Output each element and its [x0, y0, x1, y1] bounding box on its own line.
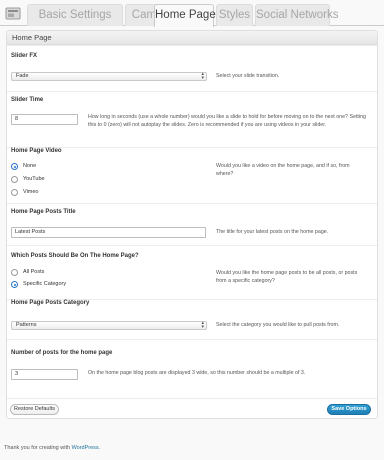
- posts-option-label: Specific Category: [23, 281, 67, 287]
- posts-source-label: Which Posts Should Be On The Home Page?: [11, 253, 139, 259]
- video-option-label: YouTube: [23, 176, 45, 182]
- tab-basic-settings[interactable]: Basic Settings: [27, 4, 123, 26]
- slider-fx-section: Slider FX Fade ▴ ▾ Select your slide tran…: [7, 45, 377, 91]
- radio-button[interactable]: [11, 269, 18, 276]
- posts-option-label: All Posts: [23, 269, 45, 275]
- select-arrows-icon: ▴ ▾: [201, 71, 204, 81]
- slider-fx-description: Select your slide transition.: [216, 73, 280, 79]
- posts-source-description: Would you like the home page posts to be…: [216, 270, 358, 284]
- home-page-video-label: Home Page Video: [11, 148, 62, 154]
- slider-time-section: Slider Time 8 How long in seconds (use a…: [7, 91, 377, 147]
- wordpress-link[interactable]: WordPress: [72, 445, 99, 451]
- radio-button[interactable]: [11, 176, 18, 183]
- posts-title-input[interactable]: Latest Posts: [11, 227, 206, 238]
- select-arrows-icon: ▴ ▾: [201, 320, 204, 330]
- posts-count-section: Number of posts for the home page 3 On t…: [7, 339, 377, 398]
- posts-count-label: Number of posts for the home page: [11, 350, 113, 356]
- posts-category-section: Home Page Posts Category Patterns ▴ ▾ Sel…: [7, 299, 377, 339]
- home-page-panel: Home Page Slider FX Fade ▴ ▾ Select your …: [6, 30, 378, 419]
- posts-count-input[interactable]: 3: [11, 369, 78, 380]
- panel-footer: Restore Defaults Save Options: [7, 398, 377, 419]
- slider-fx-label: Slider FX: [11, 53, 38, 59]
- posts-category-label: Home Page Posts Category: [11, 300, 90, 306]
- slider-fx-value: Fade: [16, 73, 29, 79]
- slider-time-description: How long in seconds (use a whole number)…: [88, 114, 366, 128]
- credit-text: Thank you for creating with: [4, 445, 72, 451]
- tab-styles[interactable]: Styles: [216, 4, 253, 26]
- posts-title-section: Home Page Posts Title Latest Posts The t…: [7, 203, 377, 245]
- save-options-button[interactable]: Save Options: [327, 404, 371, 415]
- home-page-video-description: Would you like a video on the home page,…: [216, 163, 350, 177]
- footer-credit: Thank you for creating with WordPress.: [4, 445, 100, 451]
- posts-title-description: The title for your latest posts on the h…: [216, 229, 329, 235]
- posts-count-description: On the home page blog posts are displaye…: [88, 370, 306, 376]
- slider-time-label: Slider Time: [11, 97, 44, 103]
- radio-button[interactable]: [11, 163, 18, 170]
- credit-suffix: .: [98, 445, 101, 451]
- posts-title-label: Home Page Posts Title: [11, 209, 76, 215]
- slider-time-input[interactable]: 8: [11, 114, 78, 125]
- tab-social-networks[interactable]: Social Networks: [255, 4, 338, 26]
- posts-category-value: Patterns: [16, 322, 37, 328]
- radio-button[interactable]: [11, 189, 18, 196]
- video-option-label: Vimeo: [23, 189, 39, 195]
- video-option-label: None: [23, 163, 37, 169]
- settings-tabs: Basic Settings Campaign Home Page Styles…: [0, 0, 384, 27]
- restore-defaults-button[interactable]: Restore Defaults: [10, 404, 59, 415]
- posts-category-select[interactable]: Patterns ▴ ▾: [11, 321, 207, 330]
- panel-title: Home Page: [7, 31, 377, 45]
- home-page-video-section: Home Page Video None YouTube Vimeo Would…: [7, 147, 377, 203]
- radio-button[interactable]: [11, 281, 18, 288]
- posts-category-description: Select the category you would like to pu…: [216, 322, 340, 328]
- slider-fx-select[interactable]: Fade ▴ ▾: [11, 72, 207, 81]
- posts-source-section: Which Posts Should Be On The Home Page? …: [7, 245, 377, 289]
- theme-options-icon: [5, 7, 21, 20]
- tab-home-page[interactable]: Home Page: [154, 4, 216, 27]
